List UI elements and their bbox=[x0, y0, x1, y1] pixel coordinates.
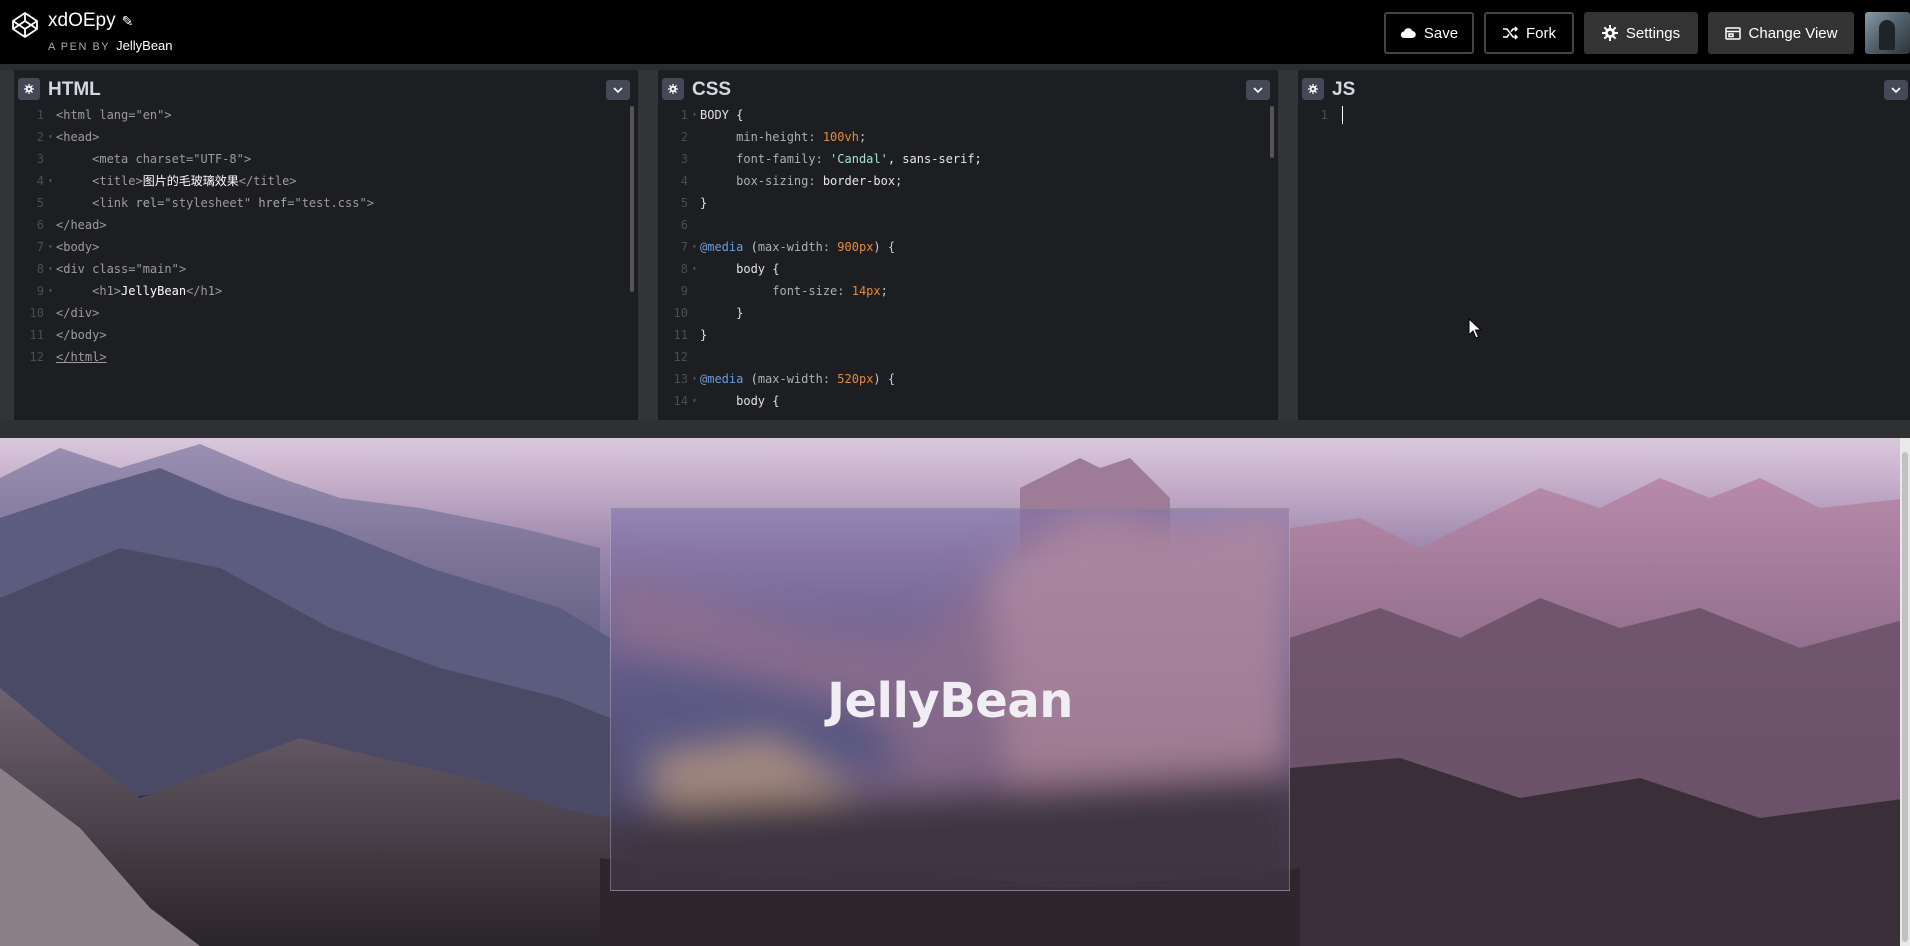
js-editor-header: JS bbox=[1298, 74, 1910, 104]
cloud-icon bbox=[1400, 28, 1416, 39]
js-collapse-chevron-down-icon[interactable] bbox=[1884, 80, 1908, 100]
css-editor: CSS 1 ▾ BODY { 2 min-height: 100vh; 3 font… bbox=[658, 70, 1278, 420]
gear-icon bbox=[1601, 25, 1618, 41]
css-settings-gear-icon[interactable] bbox=[662, 78, 684, 100]
html-editor-scrollbar[interactable] bbox=[630, 106, 634, 292]
preview-resize-bar[interactable] bbox=[0, 420, 1910, 438]
html-editor-header: HTML bbox=[14, 74, 638, 104]
author-link[interactable]: JellyBean bbox=[116, 38, 172, 53]
css-editor-header: CSS bbox=[658, 74, 1278, 104]
codepen-logo-icon[interactable] bbox=[10, 10, 40, 40]
avatar[interactable] bbox=[1865, 12, 1910, 54]
js-code-area[interactable]: 1 bbox=[1298, 104, 1910, 420]
preview-heading: JellyBean bbox=[827, 673, 1073, 729]
change-view-button-label: Change View bbox=[1748, 24, 1838, 42]
text-cursor bbox=[1342, 106, 1343, 124]
fork-button[interactable]: Fork bbox=[1484, 12, 1574, 54]
pen-title-text[interactable]: xdOEpy bbox=[48, 10, 116, 31]
pen-title[interactable]: xdOEpy ✎ bbox=[48, 10, 133, 32]
html-editor: HTML 1 <html lang="en"> 2 ▾ <head> 3 <meta … bbox=[14, 70, 638, 420]
editor-panes: HTML 1 <html lang="en"> 2 ▾ <head> 3 <meta … bbox=[0, 70, 1910, 420]
frosted-glass-card: JellyBean bbox=[610, 508, 1290, 891]
html-settings-gear-icon[interactable] bbox=[18, 78, 40, 100]
fork-button-label: Fork bbox=[1526, 24, 1556, 42]
settings-button-label: Settings bbox=[1625, 24, 1681, 42]
mouse-pointer-icon bbox=[1468, 318, 1482, 339]
pen-byline: A PEN BY JellyBean bbox=[48, 38, 173, 53]
settings-button[interactable]: Settings bbox=[1584, 12, 1698, 54]
result-preview: JellyBean bbox=[0, 438, 1910, 946]
save-button-label: Save bbox=[1423, 24, 1459, 42]
js-editor: JS 1 bbox=[1298, 70, 1910, 420]
css-editor-title: CSS bbox=[692, 79, 732, 100]
pencil-icon[interactable]: ✎ bbox=[122, 13, 134, 30]
css-editor-scrollbar[interactable] bbox=[1270, 106, 1274, 158]
editor-resize-handle[interactable] bbox=[1278, 70, 1298, 420]
html-editor-title: HTML bbox=[48, 79, 101, 100]
editor-resize-handle[interactable] bbox=[638, 70, 658, 420]
byline-prefix: A PEN BY bbox=[48, 41, 111, 53]
save-button[interactable]: Save bbox=[1384, 12, 1474, 54]
html-collapse-chevron-down-icon[interactable] bbox=[606, 80, 630, 100]
layout-icon bbox=[1724, 26, 1741, 40]
fork-icon bbox=[1503, 26, 1518, 40]
change-view-button[interactable]: Change View bbox=[1708, 12, 1854, 54]
js-settings-gear-icon[interactable] bbox=[1302, 78, 1324, 100]
js-editor-title: JS bbox=[1332, 79, 1356, 100]
editor-resize-handle[interactable] bbox=[0, 70, 14, 420]
html-code-area[interactable]: 1 <html lang="en"> 2 ▾ <head> 3 <meta chars… bbox=[14, 104, 638, 420]
preview-scrollbar-thumb[interactable] bbox=[1902, 452, 1908, 942]
css-code-area[interactable]: 1 ▾ BODY { 2 min-height: 100vh; 3 font-fam… bbox=[658, 104, 1278, 420]
css-collapse-chevron-down-icon[interactable] bbox=[1246, 80, 1270, 100]
top-header: xdOEpy ✎ A PEN BY JellyBean Save Fork Sett… bbox=[0, 0, 1910, 64]
preview-scrollbar[interactable] bbox=[1900, 438, 1910, 946]
